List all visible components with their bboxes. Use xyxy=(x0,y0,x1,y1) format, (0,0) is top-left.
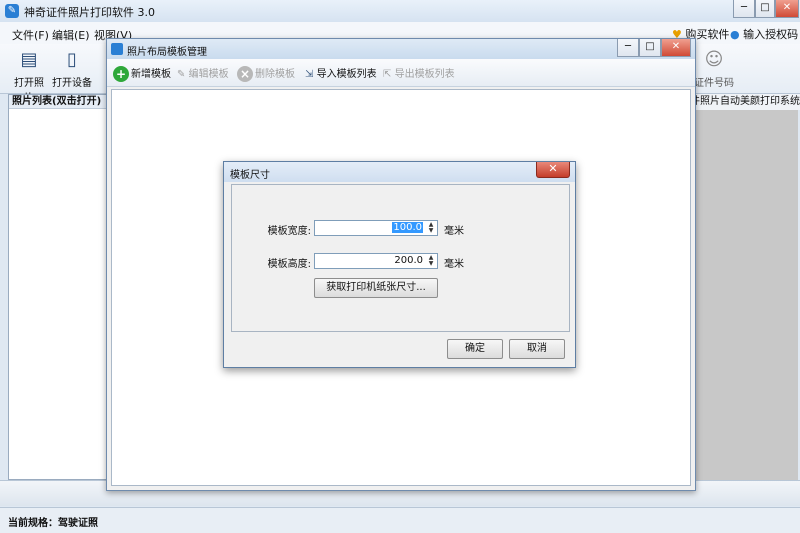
auth-link[interactable]: ● 输入授权码 xyxy=(730,26,798,42)
dialog-title: 模板尺寸 xyxy=(230,170,270,181)
open-photo-icon: ▤ xyxy=(20,49,38,70)
width-input[interactable]: 100.0 ▲ ▼ xyxy=(314,220,438,236)
preview-area xyxy=(690,94,798,480)
delete-icon: × xyxy=(237,66,253,82)
menu-file[interactable]: 文件(F) xyxy=(12,27,49,43)
photo-list-panel[interactable]: 照片列表(双击打开) xyxy=(8,94,110,480)
plus-icon: + xyxy=(113,66,129,82)
template-toolbar: + 新增模板 ✎ 编辑模板 × 删除模板 ⇲ 导入模板列表 ⇱ 导出模板列表 xyxy=(107,59,695,87)
height-label: 模板高度: xyxy=(267,259,311,270)
user-icon: ● xyxy=(730,28,740,41)
window-title: 神奇证件照片打印软件 3.0 xyxy=(24,6,155,19)
ok-button[interactable]: 确定 xyxy=(447,339,503,359)
template-minimize-button[interactable]: ─ xyxy=(617,39,639,57)
template-maximize-button[interactable]: □ xyxy=(639,39,661,57)
export-template-button[interactable]: ⇱ 导出模板列表 xyxy=(383,65,455,80)
template-size-dialog: 模板尺寸 ✕ 模板宽度: 100.0 ▲ ▼ 毫米 模板高度: 200.0 ▲ ▼ … xyxy=(223,161,576,368)
dialog-close-button[interactable]: ✕ xyxy=(536,162,570,178)
current-spec[interactable]: 当前规格：驾驶证照 xyxy=(8,514,98,529)
id-number-button[interactable]: ☺ 证件号码 xyxy=(694,48,734,89)
right-panel-header: 件照片自动美颜打印系统 xyxy=(690,94,800,110)
cancel-button[interactable]: 取消 xyxy=(509,339,565,359)
new-template-button[interactable]: + 新增模板 xyxy=(113,65,171,82)
get-paper-size-button[interactable]: 获取打印机纸张尺寸... xyxy=(314,278,438,298)
main-title-bar: ✎ 神奇证件照片打印软件 3.0 ─ □ ✕ xyxy=(0,0,800,22)
open-device-button[interactable]: ▯ 打开设备 xyxy=(52,48,92,89)
height-value: 200.0 xyxy=(394,255,423,266)
width-label: 模板宽度: xyxy=(267,226,311,237)
pencil-icon: ✎ xyxy=(177,69,186,80)
template-window-title: 照片布局模板管理 xyxy=(127,47,207,58)
export-icon: ⇱ xyxy=(383,69,392,80)
new-template-label: 新增模板 xyxy=(131,69,171,80)
edit-template-button[interactable]: ✎ 编辑模板 xyxy=(177,65,229,80)
export-template-label: 导出模板列表 xyxy=(394,69,455,80)
menu-edit[interactable]: 编辑(E) xyxy=(52,27,90,43)
template-close-button[interactable]: ✕ xyxy=(661,39,691,57)
import-template-button[interactable]: ⇲ 导入模板列表 xyxy=(305,65,377,80)
phone-icon: ▯ xyxy=(67,49,77,70)
width-value: 100.0 xyxy=(392,222,423,233)
app-logo-icon: ✎ xyxy=(5,4,19,18)
delete-template-button[interactable]: × 删除模板 xyxy=(237,65,295,82)
person-icon: ☺ xyxy=(704,49,724,70)
maximize-button[interactable]: □ xyxy=(755,0,775,18)
auth-label: 输入授权码 xyxy=(743,28,799,41)
dialog-title-bar: 模板尺寸 ✕ xyxy=(224,162,575,182)
status-bar: 当前规格：驾驶证照 xyxy=(0,507,800,533)
minimize-button[interactable]: ─ xyxy=(733,0,755,18)
photo-list-header: 照片列表(双击打开) xyxy=(9,95,109,109)
height-unit: 毫米 xyxy=(444,259,464,270)
close-button[interactable]: ✕ xyxy=(775,0,799,18)
import-icon: ⇲ xyxy=(305,69,314,80)
width-spinner[interactable]: ▲ ▼ xyxy=(426,222,436,234)
height-spinner[interactable]: ▲ ▼ xyxy=(426,255,436,267)
edit-template-label: 编辑模板 xyxy=(188,69,229,80)
dialog-content: 模板宽度: 100.0 ▲ ▼ 毫米 模板高度: 200.0 ▲ ▼ 毫米 获取打印… xyxy=(231,184,570,332)
open-device-label: 打开设备 xyxy=(52,78,92,89)
import-template-label: 导入模板列表 xyxy=(316,69,377,80)
template-window-title-bar: 照片布局模板管理 ─ □ ✕ xyxy=(107,39,695,59)
id-number-label: 证件号码 xyxy=(694,78,734,89)
height-input[interactable]: 200.0 ▲ ▼ xyxy=(314,253,438,269)
width-unit: 毫米 xyxy=(444,226,464,237)
template-window-icon xyxy=(111,43,123,55)
delete-template-label: 删除模板 xyxy=(255,69,295,80)
